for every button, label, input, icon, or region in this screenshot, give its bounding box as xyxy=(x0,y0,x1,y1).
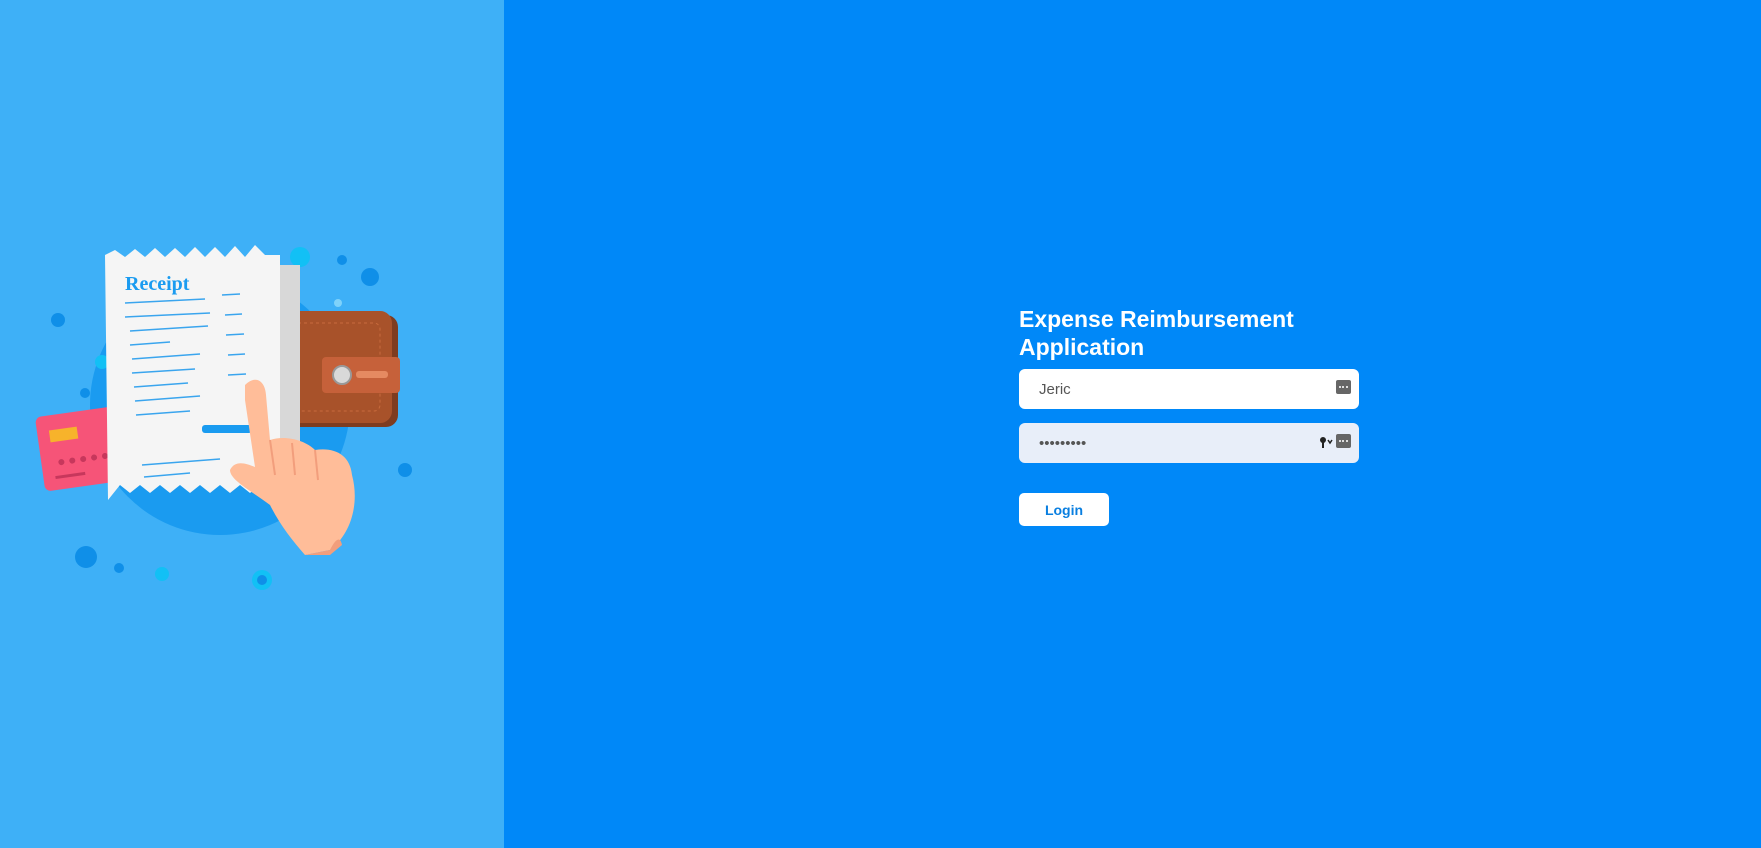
illustration-panel: Receipt xyxy=(0,0,504,848)
receipt-wallet-illustration: Receipt xyxy=(35,245,412,590)
app-title: Expense Reimbursement Application xyxy=(1019,306,1294,360)
password-manager-icon[interactable] xyxy=(1336,434,1351,448)
login-page: Receipt Expense Reimbursement Applicatio… xyxy=(0,0,1761,848)
password-field-container xyxy=(1019,423,1359,463)
login-panel: Expense Reimbursement Application Login xyxy=(504,0,1761,848)
key-icon[interactable] xyxy=(1319,435,1333,449)
login-button[interactable]: Login xyxy=(1019,493,1109,526)
password-input[interactable] xyxy=(1019,423,1359,463)
username-input[interactable] xyxy=(1019,369,1359,409)
autofill-icon[interactable] xyxy=(1336,380,1351,394)
receipt-heading: Receipt xyxy=(125,273,190,295)
username-field-container xyxy=(1019,369,1359,409)
login-form: Expense Reimbursement Application Login xyxy=(1019,305,1359,526)
